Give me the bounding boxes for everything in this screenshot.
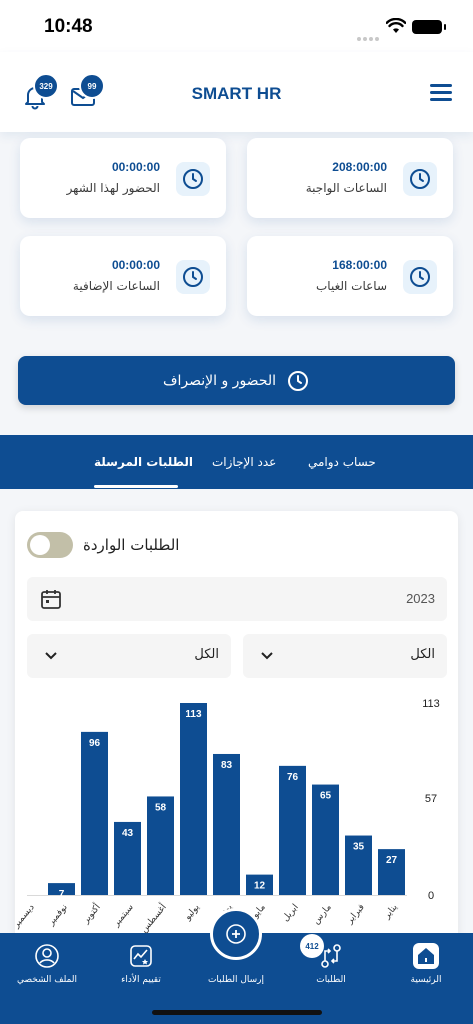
x-tick-label: يوليو bbox=[182, 902, 202, 923]
status-filter-select[interactable]: الكل bbox=[243, 634, 447, 678]
battery-icon bbox=[412, 20, 446, 34]
x-tick-label: يناير bbox=[382, 902, 401, 921]
requests-panel: الطلبات الواردة 2023 الكل الكل 0 57 113 27 ي… bbox=[15, 511, 458, 941]
bar-value-label: 58 bbox=[155, 802, 167, 813]
home-indicator bbox=[152, 1010, 322, 1015]
tab-my-shift[interactable]: حساب دوامي bbox=[308, 455, 376, 469]
stat-value: 00:00:00 bbox=[111, 160, 160, 174]
select-value: الكل bbox=[194, 647, 219, 662]
select-value: الكل bbox=[410, 647, 435, 662]
x-tick-label: مارس bbox=[311, 902, 333, 926]
nav-label: تقييم الأداء bbox=[121, 975, 161, 985]
nav-label: الطلبات bbox=[316, 975, 346, 985]
notifications-badge: 329 bbox=[33, 73, 59, 99]
menu-icon[interactable] bbox=[430, 84, 452, 102]
bar-value-label: 113 bbox=[185, 709, 202, 720]
stat-label: الساعات الواجبة bbox=[305, 181, 387, 195]
send-request-fab[interactable] bbox=[210, 908, 262, 960]
active-tab-indicator bbox=[94, 485, 178, 488]
year-picker[interactable]: 2023 bbox=[27, 577, 447, 621]
signal-icon bbox=[357, 26, 381, 45]
y-tick-label: 57 bbox=[425, 793, 437, 805]
chart-bar bbox=[213, 753, 240, 895]
stat-absence-hours: 168:00:00 ساعات الغياب bbox=[247, 236, 453, 316]
y-tick-label: 0 bbox=[428, 890, 434, 902]
chevron-down-icon bbox=[45, 652, 57, 660]
plus-circle-icon bbox=[226, 924, 246, 944]
bar-value-label: 43 bbox=[122, 828, 134, 839]
attendance-button-label: الحضور و الإنصراف bbox=[162, 372, 277, 389]
stat-value: 168:00:00 bbox=[332, 258, 387, 272]
x-tick-label: ابريل bbox=[281, 903, 301, 924]
stat-label: الحضور لهذا الشهر bbox=[66, 181, 160, 195]
bar-value-label: 35 bbox=[353, 842, 365, 853]
attendance-button[interactable]: الحضور و الإنصراف bbox=[18, 356, 455, 405]
stat-label: ساعات الغياب bbox=[316, 279, 387, 293]
x-tick-label: سبتمبر bbox=[111, 903, 136, 930]
bar-value-label: 83 bbox=[221, 760, 233, 771]
home-icon bbox=[413, 943, 439, 969]
tab-leaves-count[interactable]: عدد الإجازات bbox=[212, 455, 276, 469]
clock-icon bbox=[403, 162, 437, 196]
user-icon bbox=[35, 944, 59, 968]
status-time: 10:48 bbox=[44, 16, 93, 37]
nav-label: إرسال الطلبات bbox=[207, 975, 265, 985]
x-tick-label: أكتوبر bbox=[79, 901, 103, 926]
requests-bar-chart: 05711327يناير35فبراير65مارس76ابريل12مايو… bbox=[15, 698, 440, 935]
tabs-bar: حساب دوامي عدد الإجازات الطلبات المرسلة bbox=[0, 435, 473, 489]
x-tick-label: أغسطس bbox=[138, 901, 169, 935]
bar-value-label: 76 bbox=[287, 772, 299, 783]
type-filter-select[interactable]: الكل bbox=[27, 634, 231, 678]
wifi-icon bbox=[386, 18, 406, 33]
bar-value-label: 7 bbox=[59, 889, 65, 900]
clock-icon bbox=[288, 370, 309, 391]
chart-bar bbox=[81, 731, 108, 895]
requests-count-badge: 412 bbox=[300, 934, 324, 958]
nav-label: الملف الشخصي bbox=[17, 975, 77, 985]
messages-badge: 99 bbox=[79, 73, 105, 99]
clock-icon bbox=[403, 260, 437, 294]
x-tick-label: فبراير bbox=[344, 903, 366, 927]
clock-icon bbox=[176, 162, 210, 196]
x-tick-label: نوفمبر bbox=[46, 903, 70, 929]
bar-value-label: 96 bbox=[89, 738, 101, 749]
y-tick-label: 113 bbox=[422, 698, 440, 710]
nav-profile[interactable]: الملف الشخصي bbox=[2, 933, 92, 1003]
x-tick-label: ديسمبر bbox=[15, 903, 37, 931]
stat-required-hours: 208:00:00 الساعات الواجبة bbox=[247, 138, 453, 218]
stat-overtime-hours: 00:00:00 الساعات الإضافية bbox=[20, 236, 226, 316]
performance-icon bbox=[130, 945, 152, 967]
nav-label: الرئيسية bbox=[410, 975, 442, 985]
nav-home[interactable]: الرئيسية bbox=[381, 933, 471, 1003]
bar-value-label: 12 bbox=[254, 881, 266, 892]
tab-sent-requests[interactable]: الطلبات المرسلة bbox=[94, 455, 193, 469]
incoming-requests-toggle[interactable] bbox=[27, 532, 73, 558]
bar-value-label: 27 bbox=[386, 855, 398, 866]
year-value: 2023 bbox=[406, 591, 435, 606]
incoming-requests-label: الطلبات الواردة bbox=[83, 536, 180, 554]
calendar-icon bbox=[41, 590, 61, 609]
chevron-down-icon bbox=[261, 652, 273, 660]
clock-icon bbox=[176, 260, 210, 294]
stat-value: 00:00:00 bbox=[111, 258, 160, 272]
bar-value-label: 65 bbox=[320, 791, 332, 802]
stat-month-attendance: 00:00:00 الحضور لهذا الشهر bbox=[20, 138, 226, 218]
stat-value: 208:00:00 bbox=[332, 160, 387, 174]
nav-performance[interactable]: تقييم الأداء bbox=[96, 933, 186, 1003]
chart-bar bbox=[279, 765, 306, 895]
status-bar: 10:48 bbox=[0, 0, 473, 52]
stat-label: الساعات الإضافية bbox=[72, 279, 160, 293]
toggle-knob bbox=[30, 535, 50, 555]
chart-bar bbox=[180, 703, 207, 895]
